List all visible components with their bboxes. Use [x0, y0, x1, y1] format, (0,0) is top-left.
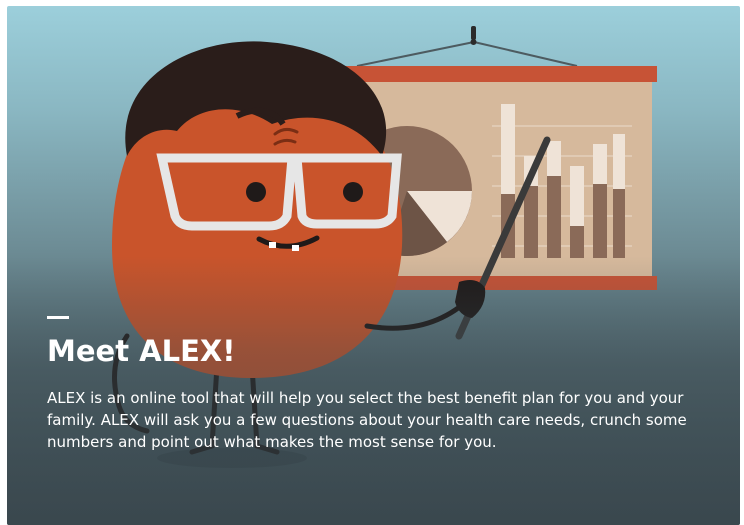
- meet-alex-card: Meet ALEX! ALEX is an online tool that w…: [7, 6, 740, 525]
- card-title: Meet ALEX!: [47, 334, 236, 368]
- card-description: ALEX is an online tool that will help yo…: [47, 389, 687, 451]
- board-hanger: [356, 26, 578, 67]
- accent-dash: [47, 316, 69, 319]
